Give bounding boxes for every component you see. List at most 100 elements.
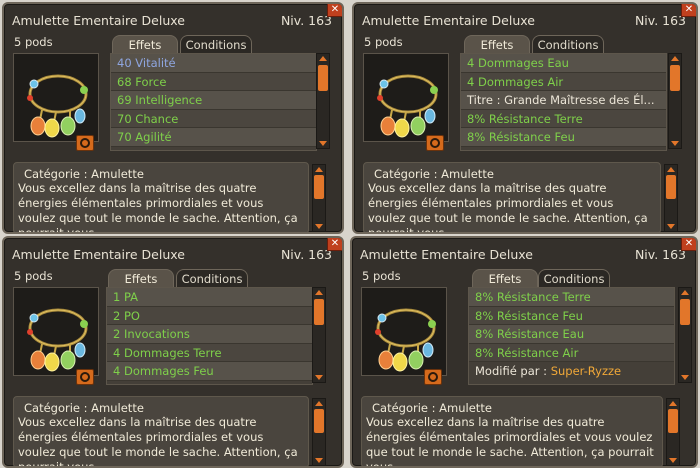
effects-scrollbar[interactable] [312, 287, 326, 383]
close-icon[interactable]: ✕ [327, 238, 342, 251]
item-level: Niv. 163 [280, 13, 332, 28]
amulet-item-image [27, 74, 88, 138]
scroll-down-icon[interactable] [319, 141, 327, 146]
item-image-frame [13, 53, 99, 142]
item-level: Niv. 163 [634, 247, 686, 262]
scroll-down-icon[interactable] [315, 458, 323, 463]
item-weight: 5 pods [14, 269, 53, 283]
description-box: Catégorie : Amulette Vous excellez dans … [13, 162, 309, 234]
scroll-up-icon[interactable] [315, 290, 323, 295]
item-level: Niv. 163 [634, 13, 686, 28]
scroll-up-icon[interactable] [315, 167, 323, 172]
item-level: Niv. 163 [280, 247, 332, 262]
tab-conditions[interactable]: Conditions [538, 269, 610, 287]
scroll-down-icon[interactable] [671, 141, 679, 146]
zoom-icon[interactable] [76, 369, 94, 385]
close-icon[interactable]: ✕ [327, 4, 342, 17]
item-image-frame [363, 53, 449, 142]
scroll-down-icon[interactable] [681, 375, 689, 380]
scroll-up-icon[interactable] [315, 401, 323, 406]
scroll-thumb[interactable] [666, 175, 676, 199]
effect-row: 8% Résistance Air [469, 343, 674, 363]
item-weight: 5 pods [362, 269, 401, 283]
item-category: Catégorie : Amulette [372, 401, 492, 415]
scroll-down-icon[interactable] [315, 224, 323, 229]
effect-row: 4 Dommages Feu [107, 362, 312, 381]
effect-row: 69 Intelligence [111, 91, 316, 110]
effect-row: 4 Dommages Air [461, 72, 666, 92]
effect-row: 2 PO [107, 306, 312, 326]
description-box: Catégorie : Amulette Vous excellez dans … [13, 396, 309, 468]
item-title: Amulette Ementaire Deluxe [362, 13, 535, 28]
effect-row: 1 PA [107, 288, 312, 307]
item-title: Amulette Ementaire Deluxe [360, 247, 533, 262]
item-title: Amulette Ementaire Deluxe [12, 247, 185, 262]
item-tooltip-panel: Amulette Ementaire Deluxe Niv. 163 ✕ 5 p… [350, 236, 698, 468]
effects-scrollbar[interactable] [678, 287, 692, 383]
effects-list: 8% Résistance Terre 8% Résistance Feu 8% R… [468, 287, 675, 385]
scroll-thumb[interactable] [314, 409, 324, 433]
item-description: Vous excellez dans la maîtrise des quatr… [366, 415, 654, 468]
effect-row: 70 Agilité [111, 128, 316, 147]
item-category: Catégorie : Amulette [374, 167, 494, 181]
effects-scrollbar[interactable] [316, 53, 330, 149]
close-icon[interactable]: ✕ [681, 4, 696, 17]
item-title: Amulette Ementaire Deluxe [12, 13, 185, 28]
description-scrollbar[interactable] [664, 164, 678, 232]
modified-label: Modifié par : [475, 364, 548, 379]
description-scrollbar[interactable] [312, 164, 326, 232]
scroll-up-icon[interactable] [669, 401, 677, 406]
effect-row: 40 Vitalité [111, 54, 316, 73]
item-category: Catégorie : Amulette [24, 401, 144, 415]
tab-conditions[interactable]: Conditions [176, 269, 248, 287]
zoom-icon[interactable] [76, 135, 94, 151]
modified-by-row: Modifié par : Super-Ryzze [469, 362, 674, 381]
effect-row: 8% Résistance Feu [461, 128, 666, 147]
description-scrollbar[interactable] [312, 398, 326, 466]
tab-effects[interactable]: Effets [112, 35, 178, 53]
scroll-down-icon[interactable] [667, 224, 675, 229]
item-tooltip-panel: Amulette Ementaire Deluxe Niv. 163 ✕ 5 p… [352, 2, 698, 234]
zoom-icon[interactable] [426, 135, 444, 151]
scroll-thumb[interactable] [314, 299, 324, 325]
tab-effects[interactable]: Effets [464, 35, 530, 53]
scroll-thumb[interactable] [318, 65, 328, 91]
scroll-up-icon[interactable] [667, 167, 675, 172]
zoom-icon[interactable] [424, 369, 442, 385]
item-description: Vous excellez dans la maîtrise des quatr… [368, 181, 648, 234]
item-description: Vous excellez dans la maîtrise des quatr… [18, 415, 298, 468]
item-weight: 5 pods [14, 35, 53, 49]
scroll-up-icon[interactable] [681, 290, 689, 295]
close-icon[interactable]: ✕ [681, 238, 696, 251]
description-box: Catégorie : Amulette Vous excellez dans … [361, 396, 663, 468]
effect-row: 8% Résistance Terre [469, 288, 674, 307]
item-image-frame [13, 287, 99, 376]
scroll-thumb[interactable] [668, 409, 678, 433]
effect-row: 70 Chance [111, 109, 316, 129]
effects-list: 40 Vitalité 68 Force 69 Intelligence 70 Cha… [110, 53, 317, 151]
effects-scrollbar[interactable] [668, 53, 682, 149]
tab-conditions[interactable]: Conditions [532, 35, 604, 53]
scroll-up-icon[interactable] [671, 56, 679, 61]
effect-row: 8% Résistance Eau [469, 325, 674, 344]
item-description: Vous excellez dans la maîtrise des quatr… [18, 181, 298, 234]
modified-by-name[interactable]: Super-Ryzze [551, 364, 621, 378]
description-scrollbar[interactable] [666, 398, 680, 466]
scroll-down-icon[interactable] [669, 458, 677, 463]
item-tooltip-panel: Amulette Ementaire Deluxe Niv. 163 ✕ 5 p… [2, 2, 344, 234]
scroll-up-icon[interactable] [319, 56, 327, 61]
effect-row: 4 Dommages Eau [461, 54, 666, 73]
tab-effects[interactable]: Effets [472, 269, 538, 287]
scroll-thumb[interactable] [680, 299, 690, 325]
scroll-thumb[interactable] [670, 65, 680, 91]
item-tooltip-panel: Amulette Ementaire Deluxe Niv. 163 ✕ 5 p… [2, 236, 344, 468]
effect-row: 4 Dommages Terre [107, 343, 312, 363]
effect-row: 8% Résistance Terre [461, 109, 666, 129]
tab-effects[interactable]: Effets [108, 269, 174, 287]
scroll-down-icon[interactable] [315, 375, 323, 380]
scroll-thumb[interactable] [314, 175, 324, 199]
effect-row: Titre : Grande Maîtresse des Él... [461, 91, 666, 110]
effect-row: 8% Résistance Feu [469, 306, 674, 326]
effect-row: 2 Invocations [107, 325, 312, 344]
tab-conditions[interactable]: Conditions [180, 35, 252, 53]
